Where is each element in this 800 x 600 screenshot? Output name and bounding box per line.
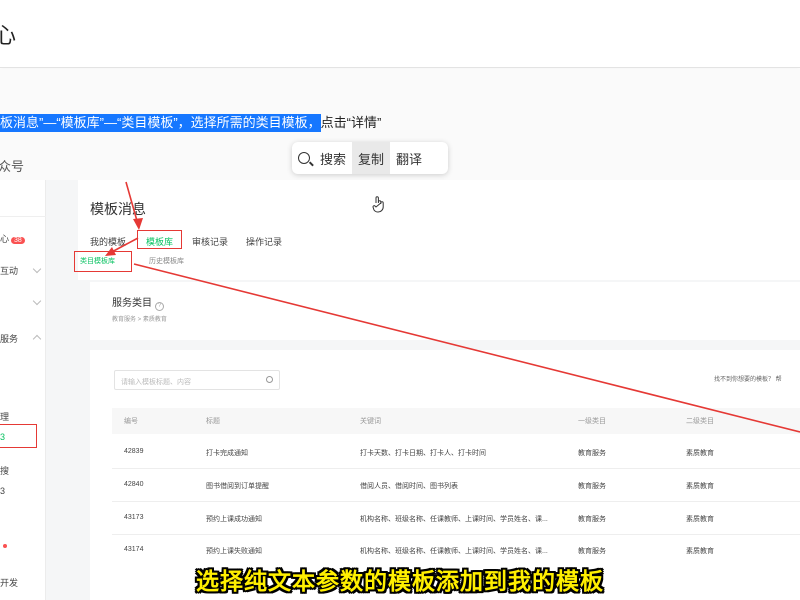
- search-button[interactable]: 搜索: [314, 142, 352, 174]
- table-cell: 机构名称、班级名称、任课教师、上课时间、学员姓名、课...: [360, 548, 548, 555]
- table-cell[interactable]: 预约上课成功通知: [206, 514, 262, 524]
- table-cell: 43174: [124, 546, 144, 553]
- info-icon[interactable]: ?: [155, 302, 164, 311]
- column-header: 标题: [206, 418, 220, 425]
- top-bar-title: 心: [0, 23, 17, 48]
- page-title: 模板消息: [90, 201, 146, 217]
- row-divider: [112, 501, 800, 502]
- table-cell: 素质教育: [686, 483, 714, 490]
- sidebar-item-other[interactable]: 3: [0, 486, 5, 496]
- table-cell: 打卡天数、打卡日期、打卡人、打卡时间: [360, 450, 486, 457]
- instruction-text[interactable]: 板消息”—“模板库”—“类目模板”，选择所需的类目模板，点击“详情”: [0, 112, 381, 132]
- sidebar-item-dot[interactable]: [0, 540, 7, 550]
- table-cell: 42840: [124, 481, 144, 488]
- column-header: 二级类目: [686, 418, 714, 425]
- translate-button[interactable]: 翻译: [390, 142, 428, 174]
- table-cell[interactable]: 打卡完成通知: [206, 448, 248, 458]
- service-title: 服务类目?: [112, 294, 164, 311]
- column-header: 编号: [124, 418, 138, 425]
- sidebar-item-label: 服务: [0, 334, 19, 344]
- account-label: 众号: [0, 159, 25, 174]
- instruction-rest: 点击“详情”: [320, 115, 382, 130]
- column-header: 一级类目: [578, 418, 606, 425]
- notification-badge: 38: [11, 237, 25, 244]
- table-cell: 教育服务: [578, 483, 606, 490]
- search-icon: [298, 152, 310, 164]
- search-icon[interactable]: [266, 376, 273, 383]
- table-cell: 素质教育: [686, 516, 714, 523]
- table-cell[interactable]: 预约上课失败通知: [206, 546, 262, 556]
- sidebar-item-label: 理: [0, 412, 10, 422]
- subtab-highlight-box: [74, 251, 132, 272]
- service-card: [90, 282, 800, 340]
- sidebar-item-interact[interactable]: 互动: [0, 264, 18, 277]
- selected-text[interactable]: 板消息”—“模板库”—“类目模板”，选择所需的类目模板，: [0, 114, 321, 132]
- tab-operation-records[interactable]: 操作记录: [246, 235, 282, 248]
- template-search-input[interactable]: 请输入模板标题、内容: [114, 370, 280, 390]
- column-header: 关键词: [360, 418, 381, 425]
- sidebar-divider: [0, 216, 46, 217]
- table-cell: 机构名称、班级名称、任课教师、上课时间、学员姓名、课...: [360, 516, 548, 523]
- sidebar-item-label: 搜: [0, 466, 10, 476]
- sidebar-item-manage[interactable]: 理: [0, 410, 9, 423]
- search-placeholder: 请输入模板标题、内容: [121, 379, 191, 386]
- row-divider: [112, 534, 800, 535]
- service-title-text: 服务类目: [112, 298, 152, 309]
- table-cell: 素质教育: [686, 450, 714, 457]
- sidebar-item-label: 心: [0, 234, 10, 244]
- tab-my-templates[interactable]: 我的模板: [90, 235, 126, 248]
- copy-button[interactable]: 复制: [352, 142, 391, 174]
- breadcrumb: 教育服务 > 素质教育: [112, 317, 167, 323]
- table-cell: 43173: [124, 514, 144, 521]
- table-cell: 教育服务: [578, 516, 606, 523]
- sidebar-item-search[interactable]: 搜: [0, 464, 9, 477]
- table-cell[interactable]: 图书借阅到订单提醒: [206, 481, 269, 491]
- tab-highlight-box: [137, 230, 182, 249]
- table-cell: 教育服务: [578, 548, 606, 555]
- subtab-history-library[interactable]: 历史模板库: [149, 256, 184, 266]
- tab-review-records[interactable]: 审核记录: [192, 235, 228, 248]
- top-bar: 心: [0, 0, 800, 68]
- table-cell: 教育服务: [578, 450, 606, 457]
- sidebar-item-service[interactable]: 服务: [0, 332, 18, 345]
- table-cell: 素质教育: [686, 548, 714, 555]
- sidebar-item-label: 互动: [0, 266, 19, 276]
- table-cell: 42839: [124, 448, 144, 455]
- not-found-link[interactable]: 找不到你想要的模板？ 帮: [714, 374, 782, 383]
- row-divider: [112, 468, 800, 469]
- sidebar-highlight-box: [0, 424, 37, 448]
- selection-toolbar: 搜索 复制 翻译: [292, 142, 448, 174]
- sidebar-item-label: 3: [0, 486, 6, 496]
- mouse-cursor-icon: [372, 196, 384, 213]
- table-cell: 借阅人员、借阅时间、图书列表: [360, 483, 458, 490]
- sidebar-item-home[interactable]: 心 38: [0, 232, 25, 245]
- red-dot-icon: [3, 543, 7, 548]
- main-header: [78, 180, 800, 280]
- video-subtitle: 选择纯文本参数的模板添加到我的模板: [196, 568, 604, 594]
